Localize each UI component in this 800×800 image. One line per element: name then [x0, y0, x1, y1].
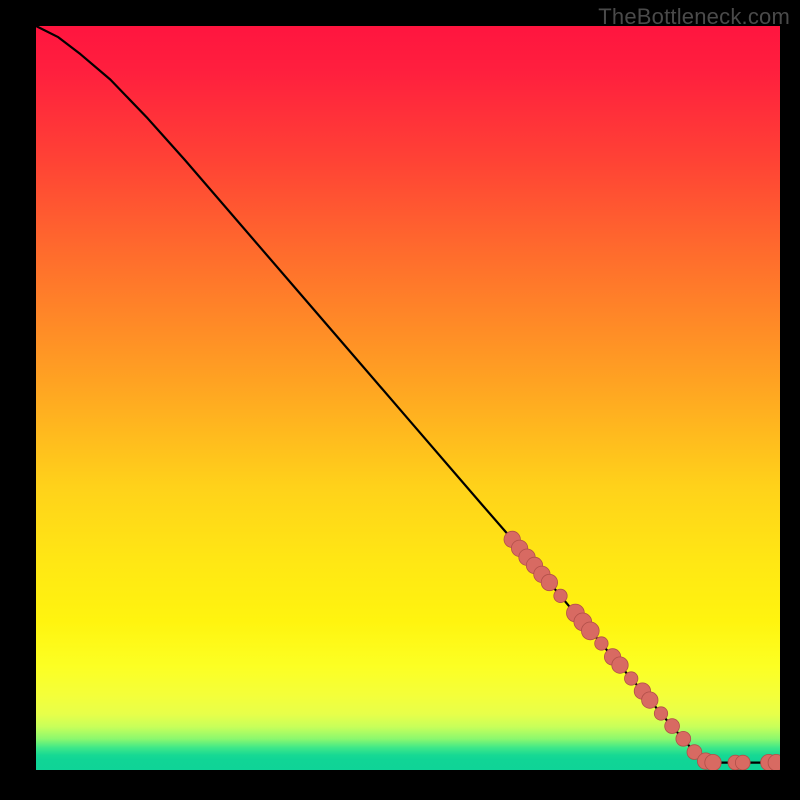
bottleneck-curve-line [36, 26, 780, 763]
curve-marker [676, 731, 691, 746]
curve-marker [554, 589, 567, 602]
curve-marker [654, 707, 667, 720]
chart-frame: TheBottleneck.com [0, 0, 800, 800]
curve-marker [735, 755, 750, 770]
plot-area [36, 26, 780, 770]
bottleneck-curve-svg [36, 26, 780, 770]
curve-marker [705, 754, 721, 770]
curve-markers [504, 531, 780, 770]
curve-marker [581, 622, 599, 640]
curve-marker [595, 637, 608, 650]
curve-marker [625, 672, 638, 685]
curve-marker [541, 574, 557, 590]
curve-marker [642, 692, 658, 708]
curve-marker [612, 657, 628, 673]
watermark-text: TheBottleneck.com [598, 4, 790, 30]
curve-marker [665, 719, 680, 734]
